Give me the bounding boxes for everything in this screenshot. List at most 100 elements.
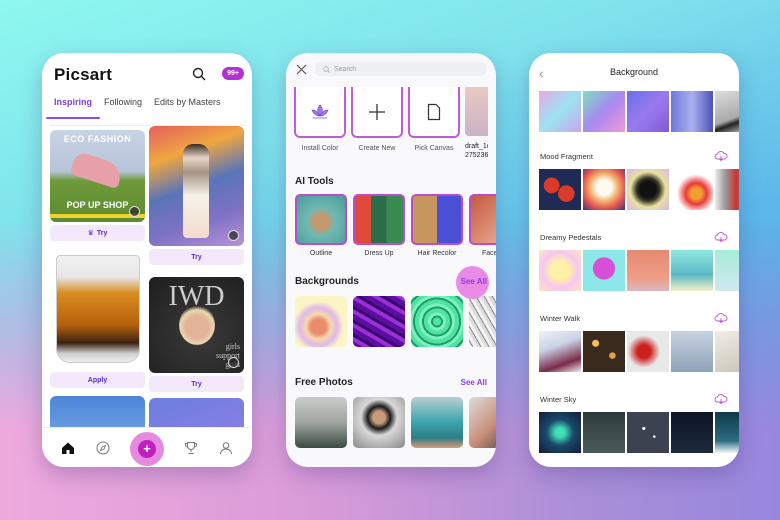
mood-fragment-row [529,169,739,210]
woman-portrait [179,305,215,345]
background-thumb[interactable] [627,169,669,210]
search-icon [323,65,330,73]
sneaker-image [69,150,125,190]
tab-edits-by-masters[interactable]: Edits by Masters [154,97,221,107]
plus-icon: + [137,439,156,458]
try-button[interactable]: Try [149,376,244,392]
back-chevron-icon[interactable]: ‹ [539,65,544,81]
dreamy-pedestals-row [529,250,739,291]
ai-tool-face-art[interactable] [469,194,496,245]
draft-item[interactable]: draft_1c 275236 [465,87,488,160]
background-thumb[interactable] [295,296,347,347]
background-thumb[interactable] [411,296,463,347]
background-thumb[interactable] [715,250,739,291]
ai-tool-label: Hair Recolor [417,250,457,257]
notification-badge[interactable]: 99+ [222,67,244,80]
explore-icon[interactable] [94,439,112,457]
section-winter-walk: Winter Walk [529,311,739,325]
backgrounds-header: Backgrounds See All [295,265,490,299]
apply-button[interactable]: Apply [50,372,145,388]
background-thumb[interactable] [539,412,581,453]
cloud-download-icon[interactable] [714,151,728,161]
card-title: ECO FASHION [63,134,132,144]
background-thumb[interactable] [715,91,739,132]
background-row-top [529,91,739,132]
background-thumb[interactable] [469,296,496,347]
remix-icon[interactable] [228,230,239,241]
background-thumb[interactable] [353,296,405,347]
file-icon [427,103,441,120]
install-color-button[interactable]: Install Color [294,87,346,160]
lotus-icon [311,103,329,118]
phone-create-screen: Search Install Color Create New Pick Can… [286,53,496,467]
background-thumb[interactable] [671,412,713,453]
photo-thumb[interactable] [353,397,405,448]
ai-tool-hair-recolor[interactable] [411,194,463,245]
background-thumb[interactable] [583,91,625,132]
background-thumb[interactable] [671,250,713,291]
try-button[interactable]: Try [149,249,244,265]
create-button[interactable]: + [129,431,164,466]
bottom-nav: + [42,427,252,467]
background-thumb[interactable] [715,412,739,453]
phone-background-screen: ‹ Background Mood Fragment Dreamy Pedest… [529,53,739,467]
background-thumb[interactable] [583,331,625,372]
background-thumb[interactable] [583,412,625,453]
remix-icon[interactable] [228,357,239,368]
background-thumb[interactable] [671,91,713,132]
feed-card-street-art[interactable] [149,126,244,246]
cloud-download-icon[interactable] [714,394,728,404]
quick-actions: Install Color Create New Pick Canvas dra… [286,87,496,160]
photo-thumb[interactable] [469,397,496,448]
background-thumb[interactable] [583,169,625,210]
background-thumb[interactable] [539,169,581,210]
background-thumb[interactable] [627,250,669,291]
backgrounds-see-all-link[interactable]: See All [455,265,490,299]
background-thumb[interactable] [539,331,581,372]
close-icon[interactable] [296,64,307,75]
create-new-button[interactable]: Create New [351,87,403,160]
background-thumb[interactable] [671,169,713,210]
draft-thumbnail [465,87,488,136]
background-thumb[interactable] [539,91,581,132]
background-thumb[interactable] [627,412,669,453]
tab-following[interactable]: Following [104,97,142,107]
background-thumb[interactable] [627,331,669,372]
cloud-download-icon[interactable] [714,313,728,323]
picsart-logo: Picsart [54,65,113,84]
search-icon[interactable] [192,67,206,81]
free-photos-row [286,397,496,448]
free-photos-see-all-link[interactable]: See All [461,378,487,387]
search-input[interactable]: Search [315,62,486,76]
remix-icon[interactable] [129,206,140,217]
section-winter-sky: Winter Sky [529,392,739,406]
cloud-download-icon[interactable] [714,232,728,242]
background-thumb[interactable] [627,91,669,132]
ai-tool-dress-up[interactable] [353,194,405,245]
pick-canvas-button[interactable]: Pick Canvas [408,87,460,160]
background-thumb[interactable] [715,331,739,372]
ai-tool-label: Face Art [481,250,496,257]
background-thumb[interactable] [715,169,739,210]
photo-thumb[interactable] [411,397,463,448]
try-button[interactable]: ♛ Try [50,225,145,241]
section-dreamy-pedestals: Dreamy Pedestals [529,230,739,244]
background-thumb[interactable] [583,250,625,291]
ai-tool-outline[interactable] [295,194,347,245]
feed-card-whiskey-glass[interactable] [50,251,145,369]
feed-card-eco-fashion[interactable]: ECO FASHION POP UP SHOP [50,130,145,222]
ai-tools-header: AI Tools [295,175,334,187]
profile-icon[interactable] [217,439,235,457]
winter-sky-row [529,412,739,453]
feed-tabs: Inspiring Following Edits by Masters [46,97,240,119]
background-thumb[interactable] [539,250,581,291]
background-thumb[interactable] [671,331,713,372]
feed-card-iwd[interactable]: IWD girls support girls [149,277,244,373]
tab-inspiring[interactable]: Inspiring [46,97,100,119]
free-photos-header: Free Photos See All [295,376,487,388]
home-icon[interactable] [59,439,77,457]
photo-thumb[interactable] [295,397,347,448]
ai-tool-label: Outline [309,250,333,257]
woman-figure [183,144,209,238]
trophy-icon[interactable] [182,439,200,457]
